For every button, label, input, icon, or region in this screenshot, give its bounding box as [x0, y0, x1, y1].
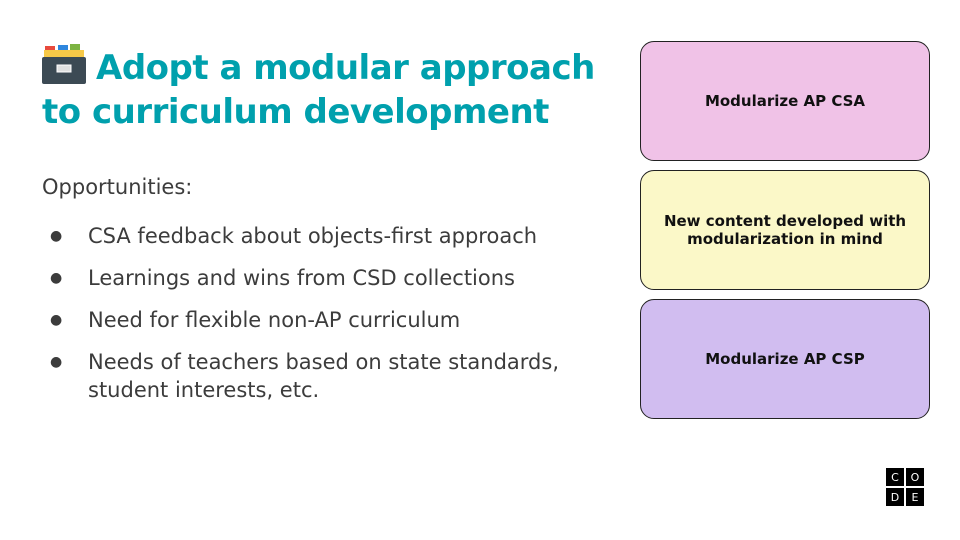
logo-letter: E [906, 488, 924, 506]
logo-letter: D [886, 488, 904, 506]
list-item: Need for flexible non-AP curriculum [42, 306, 632, 334]
list-item: Needs of teachers based on state standar… [42, 348, 632, 404]
opportunities-heading: Opportunities: [42, 175, 193, 199]
box-modularize-csa: Modularize AP CSA [640, 41, 930, 161]
logo-letter: C [886, 468, 904, 486]
card-file-box-icon [42, 44, 86, 84]
code-logo: CODE [886, 468, 924, 506]
title-text: Adopt a modular approach to curriculum d… [42, 48, 595, 132]
slide-title: Adopt a modular approach to curriculum d… [42, 44, 622, 134]
logo-letter: O [906, 468, 924, 486]
box-new-content: New content developed with modularizatio… [640, 170, 930, 290]
list-item: Learnings and wins from CSD collections [42, 264, 632, 292]
opportunities-list: CSA feedback about objects-first approac… [42, 222, 632, 418]
list-item: CSA feedback about objects-first approac… [42, 222, 632, 250]
box-modularize-csp: Modularize AP CSP [640, 299, 930, 419]
